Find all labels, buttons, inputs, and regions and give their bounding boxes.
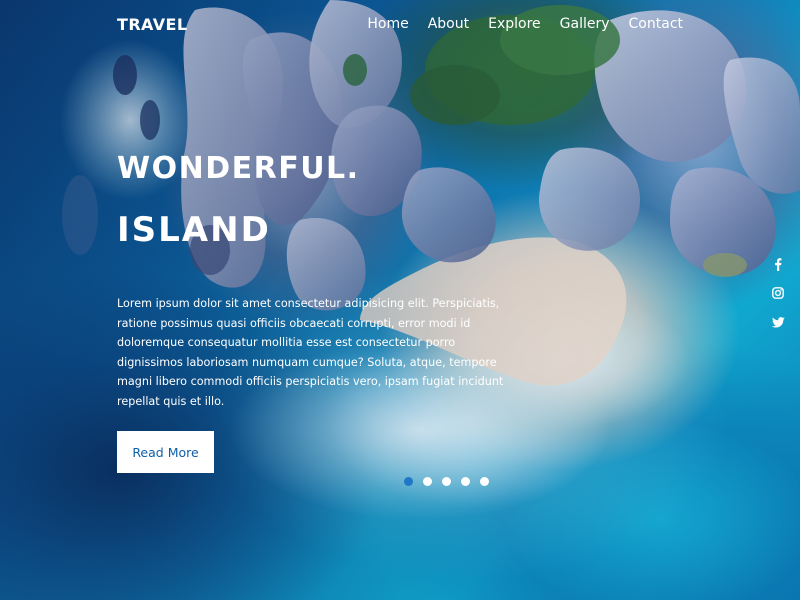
nav-item-explore[interactable]: Explore — [488, 16, 541, 32]
twitter-icon[interactable] — [770, 314, 786, 330]
slider-dot-2[interactable] — [423, 477, 432, 486]
slider-dot-4[interactable] — [461, 477, 470, 486]
nav-item-about[interactable]: About — [428, 16, 469, 32]
slider-dot-1[interactable] — [404, 477, 413, 486]
hero-description: Lorem ipsum dolor sit amet consectetur a… — [117, 297, 504, 408]
facebook-icon[interactable] — [770, 256, 786, 272]
nav-item-contact[interactable]: Contact — [629, 16, 683, 32]
hero-title-line2: ISLAND — [117, 210, 271, 250]
brand-logo[interactable]: TRAVEL — [117, 15, 187, 34]
social-links — [770, 256, 786, 330]
hero-section: TRAVEL Home About Explore Gallery Contac… — [0, 0, 800, 600]
slider-pagination — [404, 477, 489, 486]
instagram-icon[interactable] — [770, 285, 786, 301]
slider-dot-3[interactable] — [442, 477, 451, 486]
read-more-button[interactable]: Read More — [117, 431, 214, 473]
nav-item-home[interactable]: Home — [367, 16, 408, 32]
nav-item-gallery[interactable]: Gallery — [560, 16, 610, 32]
slider-dot-5[interactable] — [480, 477, 489, 486]
hero-title-line1: WONDERFUL. — [117, 151, 360, 186]
main-nav: Home About Explore Gallery Contact — [367, 16, 683, 32]
